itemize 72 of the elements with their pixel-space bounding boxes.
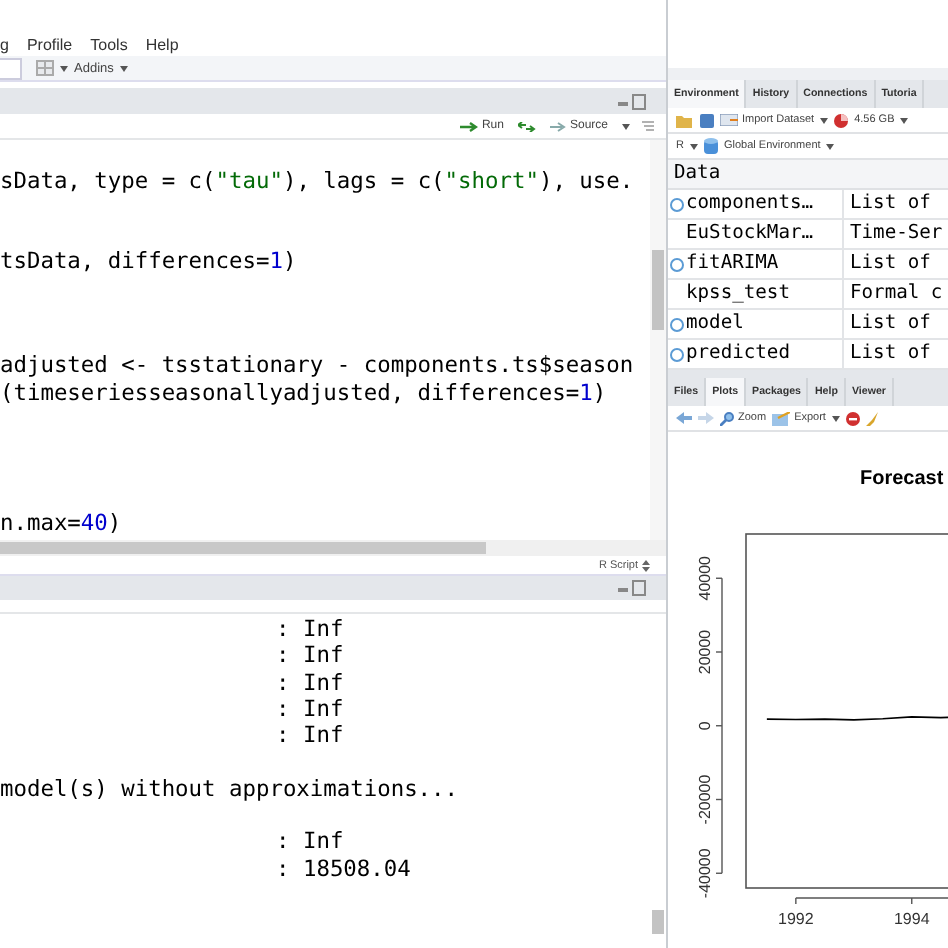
horizontal-scrollbar[interactable] xyxy=(0,540,666,556)
forward-arrow-icon xyxy=(698,412,714,424)
caret-icon xyxy=(60,65,68,71)
object-value: Formal c xyxy=(848,280,945,308)
section-header: Data xyxy=(674,162,721,184)
y-tick-label: -40000 xyxy=(696,848,714,899)
object-name[interactable]: fitARIMA xyxy=(686,250,779,278)
y-tick-label: 40000 xyxy=(696,556,714,601)
save-icon xyxy=(700,113,714,127)
caret-icon xyxy=(831,415,840,421)
remove-plot-icon xyxy=(845,411,860,425)
minimize-maximize-icon xyxy=(618,93,646,109)
y-tick-label: 0 xyxy=(696,721,714,731)
database-icon xyxy=(703,138,718,154)
magnifier-icon xyxy=(720,411,734,425)
expand-icon[interactable] xyxy=(670,257,684,271)
object-value: List of xyxy=(848,190,933,218)
object-name[interactable]: model xyxy=(686,310,744,338)
y-tick-label: 20000 xyxy=(696,629,714,675)
caret-icon xyxy=(826,143,835,149)
toolbar-field[interactable] xyxy=(0,57,22,79)
console-line: : Inf xyxy=(276,722,344,749)
object-name[interactable]: kpss_test xyxy=(686,280,790,308)
object-name[interactable]: predicted xyxy=(686,340,790,368)
caret-icon xyxy=(900,117,909,123)
code-line: n.max=40) xyxy=(0,510,122,538)
console-line: : Inf xyxy=(276,695,344,723)
export-icon xyxy=(772,411,791,425)
object-value: List of xyxy=(848,250,933,278)
chart-title: Forecast xyxy=(860,468,944,490)
caret-icon xyxy=(119,65,128,71)
code-line: (timeseriesseasonallyadjusted, differences=1) xyxy=(0,379,607,406)
broom-icon xyxy=(865,411,880,425)
caret-icon xyxy=(820,117,829,123)
console-line: : 18508.04 xyxy=(276,855,411,882)
rerun-arrows-icon xyxy=(517,121,536,131)
console-line: : Inf xyxy=(276,616,344,643)
console-line: : Inf xyxy=(276,669,344,696)
code-line: sData, type = c("tau"), lags = c("short"), use. xyxy=(0,168,634,195)
minimize-maximize-icon xyxy=(618,580,646,596)
source-arrow-icon xyxy=(549,121,566,131)
object-value: List of xyxy=(848,340,933,368)
expand-icon[interactable] xyxy=(670,197,684,211)
menu-item[interactable]: Help xyxy=(145,35,179,53)
scrollbar[interactable] xyxy=(650,140,666,540)
console-line: : Inf xyxy=(276,642,344,670)
y-tick-label: -20000 xyxy=(696,774,714,825)
code-line: tsData, differences=1) xyxy=(0,247,297,274)
table-import-icon xyxy=(720,114,738,126)
back-arrow-icon xyxy=(676,412,692,424)
x-tick-label: 1992 xyxy=(778,910,814,928)
code-line: adjusted <- tsstationary - components.ts$season xyxy=(0,352,634,379)
console-line: model(s) without approximations... xyxy=(0,775,459,803)
scrollbar-thumb[interactable] xyxy=(652,910,664,934)
x-tick-label: 1994 xyxy=(893,910,930,928)
expand-icon[interactable] xyxy=(670,347,684,361)
console-line: : Inf xyxy=(276,828,344,856)
menu-item[interactable]: Profile xyxy=(26,35,73,53)
caret-icon xyxy=(622,123,630,129)
object-value: Time-Ser xyxy=(848,220,945,248)
up-down-caret-icon xyxy=(642,559,650,571)
object-name[interactable]: EuStockMar… xyxy=(686,220,814,248)
pie-chart-icon xyxy=(834,113,849,127)
open-folder-icon xyxy=(676,113,694,127)
object-name[interactable]: components… xyxy=(686,190,814,218)
expand-icon[interactable] xyxy=(670,317,684,331)
object-value: List of xyxy=(848,310,933,338)
caret-icon xyxy=(689,143,698,149)
menu-item[interactable]: g xyxy=(0,35,9,53)
run-arrow-icon xyxy=(459,121,478,131)
menu-item[interactable]: Tools xyxy=(90,35,128,53)
outline-icon xyxy=(642,120,654,132)
